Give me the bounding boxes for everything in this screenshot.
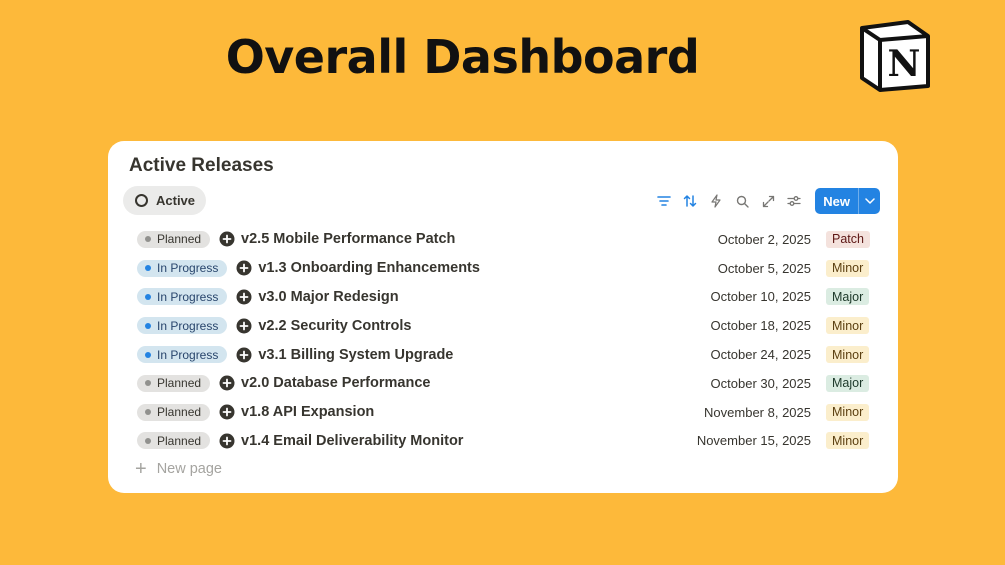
add-circle-icon[interactable] [236, 260, 252, 276]
add-circle-icon[interactable] [219, 231, 235, 247]
status-label: In Progress [157, 318, 219, 333]
new-page-label: New page [156, 461, 222, 477]
chevron-down-icon[interactable] [858, 188, 880, 214]
page-title: Overall Dashboard [225, 30, 700, 84]
release-title[interactable]: v3.1 Billing System Upgrade [258, 347, 453, 363]
view-tab-active[interactable]: Active [123, 186, 207, 215]
release-date: October 5, 2025 [717, 260, 811, 276]
release-date: October 2, 2025 [717, 231, 811, 247]
status-label: Planned [157, 232, 202, 247]
release-title[interactable]: v2.2 Security Controls [258, 318, 411, 334]
release-type-tag: Minor [826, 346, 870, 364]
status-dot-icon [145, 236, 151, 243]
settings-sliders-icon[interactable] [781, 188, 807, 214]
filter-icon[interactable] [651, 188, 677, 214]
status-label: In Progress [157, 289, 219, 304]
release-type-tag: Minor [826, 259, 870, 277]
status-label: In Progress [157, 347, 219, 362]
notion-logo: N [856, 16, 934, 94]
status-badge[interactable]: In Progress [137, 346, 228, 364]
add-circle-icon[interactable] [219, 433, 235, 449]
release-date: November 15, 2025 [696, 433, 811, 449]
status-dot-icon [145, 293, 151, 300]
sort-icon[interactable] [677, 188, 703, 214]
table-row[interactable]: Planned v2.5 Mobile Performance Patch Octo… [108, 225, 898, 254]
table-row[interactable]: Planned v2.0 Database Performance October … [108, 369, 898, 398]
plus-icon: + [135, 458, 147, 480]
release-title[interactable]: v1.3 Onboarding Enhancements [258, 260, 480, 276]
status-dot-icon [145, 437, 151, 444]
database-card: Active Releases Active New Planned v2.5 … [108, 141, 898, 493]
add-circle-icon[interactable] [219, 375, 235, 391]
release-type-tag: Major [826, 374, 870, 392]
status-badge[interactable]: Planned [137, 403, 211, 421]
add-circle-icon[interactable] [236, 318, 252, 334]
table-row[interactable]: In Progress v3.1 Billing System Upgrade Oc… [108, 340, 898, 369]
database-toolbar: New [651, 188, 880, 214]
table-row[interactable]: Planned v1.8 API Expansion November 8, 202… [108, 398, 898, 427]
table-row[interactable]: In Progress v3.0 Major Redesign October 10… [108, 283, 898, 312]
search-icon[interactable] [729, 188, 755, 214]
status-label: Planned [157, 405, 202, 420]
add-circle-icon[interactable] [236, 347, 252, 363]
status-dot-icon [145, 409, 151, 416]
view-tab-label: Active [156, 193, 196, 208]
release-title[interactable]: v3.0 Major Redesign [258, 289, 398, 305]
release-title[interactable]: v1.8 API Expansion [241, 404, 374, 420]
status-badge[interactable]: In Progress [137, 259, 228, 277]
release-type-tag: Minor [826, 317, 870, 335]
status-badge[interactable]: Planned [137, 432, 211, 450]
release-date: October 10, 2025 [710, 289, 811, 305]
expand-icon[interactable] [755, 188, 781, 214]
new-button-label[interactable]: New [815, 188, 858, 214]
status-dot-icon [145, 380, 151, 387]
release-type-tag: Patch [826, 230, 870, 248]
status-badge[interactable]: Planned [137, 230, 211, 248]
release-type-tag: Major [826, 288, 870, 306]
release-date: November 8, 2025 [704, 404, 811, 420]
automation-bolt-icon[interactable] [703, 188, 729, 214]
new-page-button[interactable]: + New page [135, 459, 222, 479]
release-title[interactable]: v2.5 Mobile Performance Patch [241, 231, 455, 247]
database-rows: Planned v2.5 Mobile Performance Patch Octo… [108, 225, 898, 455]
table-row[interactable]: In Progress v2.2 Security Controls October… [108, 311, 898, 340]
status-dot-icon [145, 351, 151, 358]
new-button[interactable]: New [815, 188, 880, 214]
release-title[interactable]: v1.4 Email Deliverability Monitor [241, 433, 463, 449]
add-circle-icon[interactable] [219, 404, 235, 420]
logo-letter: N [888, 43, 921, 85]
release-date: October 30, 2025 [710, 375, 811, 391]
release-type-tag: Minor [826, 432, 870, 450]
add-circle-icon[interactable] [236, 289, 252, 305]
status-label: Planned [157, 433, 202, 448]
status-dot-icon [145, 322, 151, 329]
status-badge[interactable]: In Progress [137, 288, 228, 306]
status-dot-icon [145, 265, 151, 272]
release-date: October 18, 2025 [710, 318, 811, 334]
database-title[interactable]: Active Releases [129, 155, 274, 177]
status-badge[interactable]: In Progress [137, 317, 228, 335]
release-type-tag: Minor [826, 403, 870, 421]
status-badge[interactable]: Planned [137, 374, 211, 392]
circle-icon [135, 194, 148, 207]
status-label: Planned [157, 376, 202, 391]
table-row[interactable]: Planned v1.4 Email Deliverability Monitor… [108, 427, 898, 456]
release-title[interactable]: v2.0 Database Performance [241, 375, 430, 391]
status-label: In Progress [157, 261, 219, 276]
release-date: October 24, 2025 [710, 347, 811, 363]
table-row[interactable]: In Progress v1.3 Onboarding Enhancements O… [108, 254, 898, 283]
